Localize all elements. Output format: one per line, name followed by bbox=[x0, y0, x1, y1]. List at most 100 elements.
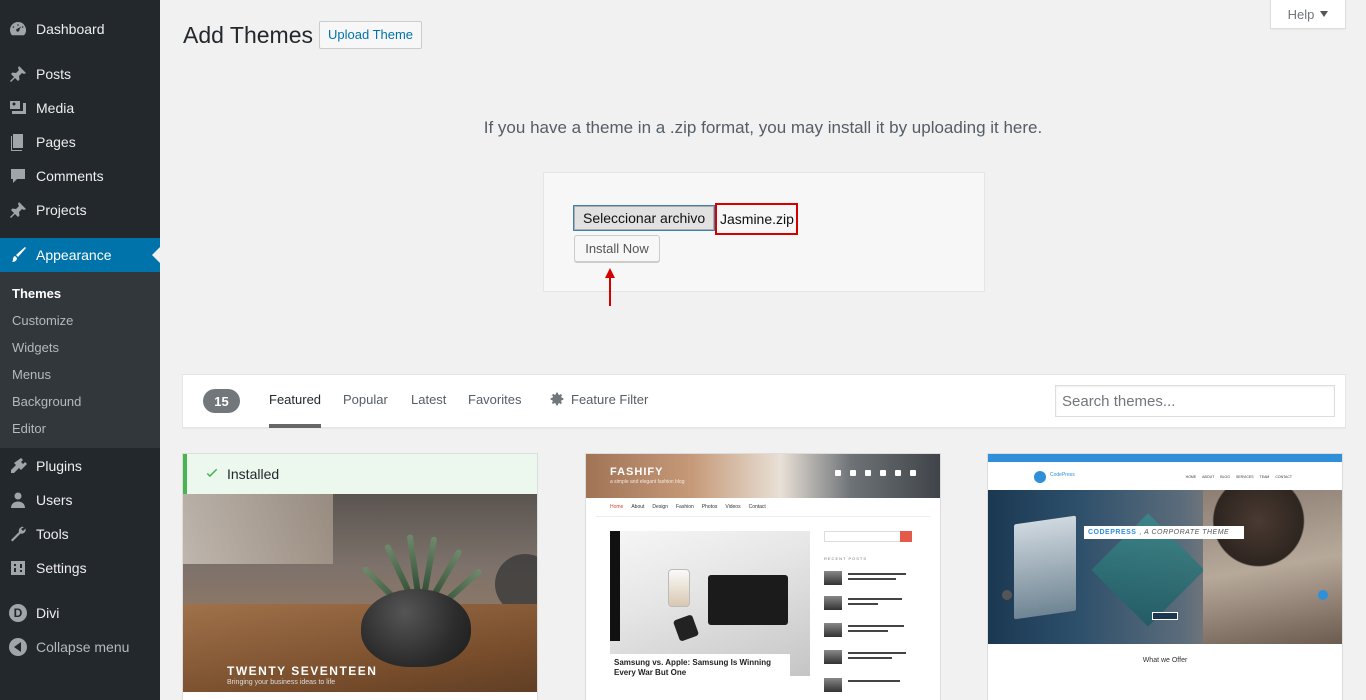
sidebar-item-divi[interactable]: D Divi bbox=[0, 596, 160, 630]
comment-icon bbox=[0, 166, 36, 186]
screenshot-hero-button bbox=[1152, 612, 1178, 620]
post-line bbox=[848, 598, 902, 600]
upload-help-text: If you have a theme in a .zip format, yo… bbox=[483, 118, 1043, 137]
screenshot-tagline: a simple and elegant fashion blog bbox=[610, 479, 685, 485]
checkmark-icon bbox=[206, 468, 218, 478]
gear-icon bbox=[550, 392, 564, 406]
nav-item: About bbox=[631, 504, 645, 510]
dashboard-icon bbox=[0, 19, 36, 39]
theme-card-twenty-seventeen[interactable]: Installed TWENTY SEVENTEEN Bringing your… bbox=[182, 453, 538, 700]
youtube-icon bbox=[895, 470, 901, 476]
submenu-item-themes[interactable]: Themes bbox=[12, 286, 61, 301]
pages-icon bbox=[0, 132, 36, 152]
sidebar-item-label: Projects bbox=[36, 202, 87, 218]
installed-notice: Installed bbox=[183, 454, 537, 494]
theme-filter-bar: 15 Featured Popular Latest Favorites Fea… bbox=[182, 374, 1346, 428]
choose-file-button[interactable]: Seleccionar archivo bbox=[572, 205, 716, 231]
screenshot-jar bbox=[668, 569, 690, 607]
install-now-button[interactable]: Install Now bbox=[574, 235, 660, 262]
divi-icon-wrap: D bbox=[0, 604, 36, 622]
collapse-icon-wrap bbox=[0, 638, 36, 656]
feature-filter-button[interactable]: Feature Filter bbox=[549, 391, 648, 407]
post-line bbox=[848, 657, 892, 659]
nav-item: Contact bbox=[748, 504, 766, 510]
feature-filter-label: Feature Filter bbox=[571, 391, 649, 407]
sidebar-item-label: Dashboard bbox=[36, 21, 105, 37]
page-title: Add Themes bbox=[183, 22, 313, 48]
sidebar-item-pages[interactable]: Pages bbox=[0, 125, 160, 159]
installed-label: Installed bbox=[227, 466, 280, 482]
tab-favorites[interactable]: Favorites bbox=[468, 392, 521, 428]
post-line bbox=[848, 652, 906, 654]
sidebar-item-label: Pages bbox=[36, 134, 76, 150]
upload-theme-button[interactable]: Upload Theme bbox=[319, 21, 423, 49]
screenshot-post-row bbox=[824, 623, 912, 639]
linkedin-icon bbox=[880, 470, 886, 476]
sidebar-item-label: Tools bbox=[36, 526, 69, 542]
screenshot-logo-icon bbox=[1034, 471, 1046, 483]
submenu-item-menus[interactable]: Menus bbox=[12, 367, 51, 382]
submenu-item-editor[interactable]: Editor bbox=[12, 421, 46, 436]
screenshot-title: TWENTY SEVENTEEN bbox=[227, 664, 378, 678]
sidebar-item-comments[interactable]: Comments bbox=[0, 159, 160, 193]
search-themes-input[interactable] bbox=[1055, 385, 1335, 417]
screenshot-laptop bbox=[708, 575, 788, 625]
admin-sidebar: Dashboard Posts Media Pages Comments Pro… bbox=[0, 0, 160, 700]
screenshot-search bbox=[824, 531, 912, 542]
screenshot-title-box: CODEPRESS, A CORPORATE THEME bbox=[1084, 526, 1244, 539]
pin-icon bbox=[0, 64, 36, 84]
nav-item: SERVICES bbox=[1235, 475, 1254, 479]
screenshot-logo-text: CodePress bbox=[1050, 472, 1075, 478]
pin-icon bbox=[0, 200, 36, 220]
sidebar-item-plugins[interactable]: Plugins bbox=[0, 449, 160, 483]
sidebar-item-settings[interactable]: Settings bbox=[0, 551, 160, 585]
submenu-item-background[interactable]: Background bbox=[12, 394, 81, 409]
nav-item: BLOG bbox=[1220, 475, 1230, 479]
plugin-icon bbox=[0, 456, 36, 476]
appearance-submenu: Themes Customize Widgets Menus Backgroun… bbox=[0, 272, 160, 448]
paintbrush-icon bbox=[0, 245, 36, 265]
sidebar-item-label: Comments bbox=[36, 168, 104, 184]
sidebar-item-tools[interactable]: Tools bbox=[0, 517, 160, 551]
sidebar-item-appearance[interactable]: Appearance bbox=[0, 238, 160, 272]
screenshot-plant-pot bbox=[361, 589, 471, 667]
sidebar-item-dashboard[interactable]: Dashboard bbox=[0, 12, 160, 46]
tab-latest[interactable]: Latest bbox=[411, 392, 446, 428]
screenshot-subtitle: Bringing your business ideas to life bbox=[227, 679, 336, 686]
divi-icon: D bbox=[9, 604, 27, 622]
sidebar-item-label: Users bbox=[36, 492, 73, 508]
nav-item: Photos bbox=[701, 504, 718, 510]
slider-next-icon bbox=[1318, 590, 1328, 600]
sidebar-item-media[interactable]: Media bbox=[0, 91, 160, 125]
users-icon bbox=[0, 490, 36, 510]
sidebar-item-users[interactable]: Users bbox=[0, 483, 160, 517]
screenshot-hero bbox=[988, 490, 1342, 644]
sidebar-item-projects[interactable]: Projects bbox=[0, 193, 160, 227]
twitter-icon bbox=[850, 470, 856, 476]
sidebar-item-label: Plugins bbox=[36, 458, 82, 474]
slider-prev-icon bbox=[1002, 590, 1012, 600]
help-tab[interactable]: Help bbox=[1270, 0, 1346, 29]
theme-card-codepress[interactable]: CodePress HOME ABOUT BLOG SERVICES TEAM … bbox=[987, 453, 1343, 700]
collapse-menu-button[interactable]: Collapse menu bbox=[0, 630, 160, 664]
submenu-item-customize[interactable]: Customize bbox=[12, 313, 73, 328]
screenshot-title: FASHIFY bbox=[610, 466, 664, 478]
post-thumb bbox=[824, 650, 842, 664]
tab-popular[interactable]: Popular bbox=[343, 392, 388, 428]
post-line bbox=[848, 573, 906, 575]
sidebar-item-label: Posts bbox=[36, 66, 72, 82]
wrench-icon bbox=[0, 524, 36, 544]
nav-item: ABOUT bbox=[1202, 475, 1215, 479]
theme-card-fashify[interactable]: FASHIFY a simple and elegant fashion blo… bbox=[585, 453, 941, 700]
tab-featured[interactable]: Featured bbox=[269, 392, 322, 428]
theme-screenshot: TWENTY SEVENTEEN Bringing your business … bbox=[183, 494, 537, 692]
sidebar-item-label: Appearance bbox=[36, 247, 112, 263]
sidebar-item-label: Media bbox=[36, 100, 75, 116]
nav-item: HOME bbox=[1185, 475, 1197, 479]
media-icon bbox=[0, 98, 36, 118]
sidebar-item-posts[interactable]: Posts bbox=[0, 57, 160, 91]
help-label: Help bbox=[1287, 6, 1315, 22]
screenshot-phone bbox=[672, 614, 700, 642]
sidebar-item-label: Collapse menu bbox=[36, 639, 130, 655]
submenu-item-widgets[interactable]: Widgets bbox=[12, 340, 59, 355]
